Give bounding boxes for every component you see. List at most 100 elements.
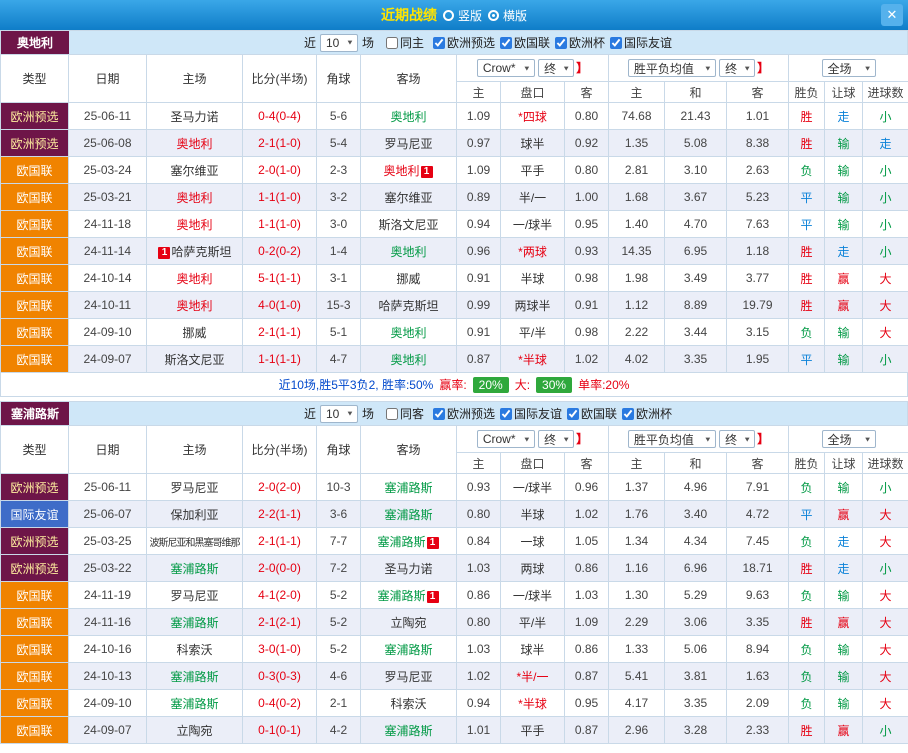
goals-result-cell: 大: [863, 319, 908, 346]
handicap-cell: 一/球半: [501, 211, 565, 238]
handicap-result-cell: 输: [825, 157, 863, 184]
avg-draw-cell: 3.40: [665, 501, 727, 528]
bookmaker-dropdown[interactable]: Crow*: [477, 430, 535, 448]
col-home: 主场: [147, 426, 243, 474]
handicap-result-cell: 走: [825, 528, 863, 555]
away-odds-cell: 0.98: [565, 319, 609, 346]
avg-draw-cell: 3.35: [665, 346, 727, 373]
radio-icon[interactable]: [488, 10, 499, 21]
result-cell: 负: [789, 663, 825, 690]
result-cell: 胜: [789, 717, 825, 744]
home-odds-cell: 0.86: [457, 582, 501, 609]
league-filter[interactable]: 国际友谊: [500, 405, 562, 422]
bookmaker-dropdown[interactable]: Crow*: [477, 59, 535, 77]
league-checkbox[interactable]: [500, 37, 512, 49]
result-cell: 负: [789, 690, 825, 717]
goals-result-cell: 大: [863, 582, 908, 609]
final-avg-dropdown[interactable]: 终: [719, 59, 755, 77]
home-team-cell: 1哈萨克斯坦: [147, 238, 243, 265]
away-team-cell: 罗马尼亚: [361, 130, 457, 157]
league-filter[interactable]: 欧国联: [500, 34, 550, 51]
avg-dropdown[interactable]: 胜平负均值: [628, 430, 716, 448]
radio-horizontal[interactable]: 横版: [488, 7, 527, 24]
avg-home-cell: 1.34: [609, 528, 665, 555]
home-odds-cell: 1.09: [457, 157, 501, 184]
avg-home-cell: 2.29: [609, 609, 665, 636]
same-venue-checkbox[interactable]: [386, 408, 398, 420]
result-cell: 平: [789, 211, 825, 238]
match-rows: 欧洲预选25-06-11圣马力诺0-4(0-4)5-6奥地利1.09*四球0.8…: [1, 103, 908, 373]
avg-home-cell: 4.02: [609, 346, 665, 373]
home-team-cell: 塞尔维亚: [147, 157, 243, 184]
away-odds-cell: 0.80: [565, 157, 609, 184]
home-odds-cell: 0.91: [457, 319, 501, 346]
league-filter[interactable]: 欧国联: [567, 405, 617, 422]
home-odds-cell: 0.93: [457, 474, 501, 501]
radio-vertical-label: 竖版: [458, 7, 482, 24]
final-avg-dropdown[interactable]: 终: [719, 430, 755, 448]
corner-cell: 4-7: [317, 346, 361, 373]
away-team-cell: 塞浦路斯1: [361, 582, 457, 609]
handicap-result-cell: 输: [825, 211, 863, 238]
bracket-mark: 】: [757, 432, 769, 446]
avg-dropdown[interactable]: 胜平负均值: [628, 59, 716, 77]
handicap-cell: *两球: [501, 238, 565, 265]
same-venue-checkbox[interactable]: [386, 37, 398, 49]
away-odds-cell: 0.91: [565, 292, 609, 319]
handicap-result-cell: 输: [825, 184, 863, 211]
fullmatch-dropdown[interactable]: 全场: [822, 430, 876, 448]
result-header-group: 全场: [789, 426, 908, 453]
match-type-cell: 欧国联: [1, 636, 69, 663]
away-odds-cell: 0.93: [565, 238, 609, 265]
radio-vertical[interactable]: 竖版: [443, 7, 482, 24]
team-name: 圣马力诺: [384, 562, 432, 576]
stat-badge: 30%: [536, 377, 572, 393]
handicap-result-cell: 走: [825, 103, 863, 130]
final-odds-dropdown[interactable]: 终: [538, 430, 574, 448]
avg-draw-cell: 3.81: [665, 663, 727, 690]
home-team-cell: 塞浦路斯: [147, 609, 243, 636]
league-label: 欧洲预选: [447, 405, 495, 422]
handicap-result-cell: 走: [825, 238, 863, 265]
close-button[interactable]: ✕: [881, 4, 903, 26]
away-team-cell: 塞浦路斯: [361, 474, 457, 501]
league-filter[interactable]: 欧洲杯: [555, 34, 605, 51]
league-checkbox[interactable]: [433, 37, 445, 49]
home-odds-cell: 0.91: [457, 265, 501, 292]
away-team-cell: 奥地利: [361, 103, 457, 130]
corner-cell: 7-2: [317, 555, 361, 582]
match-type-cell: 欧国联: [1, 717, 69, 744]
result-cell: 负: [789, 319, 825, 346]
team-name: 奥地利: [176, 218, 212, 232]
league-checkbox[interactable]: [433, 408, 445, 420]
radio-icon[interactable]: [443, 10, 454, 21]
league-filter[interactable]: 国际友谊: [610, 34, 672, 51]
score-cell: 2-1(1-0): [243, 130, 317, 157]
score-cell: 1-1(1-1): [243, 346, 317, 373]
goals-result-cell: 大: [863, 501, 908, 528]
result-cell: 负: [789, 474, 825, 501]
league-filter[interactable]: 欧洲杯: [622, 405, 672, 422]
fullmatch-dropdown[interactable]: 全场: [822, 59, 876, 77]
recent-count-select[interactable]: 10: [320, 34, 358, 52]
match-type-cell: 欧国联: [1, 690, 69, 717]
match-type-cell: 欧国联: [1, 157, 69, 184]
avg-away-cell: 2.33: [727, 717, 789, 744]
final-odds-dropdown[interactable]: 终: [538, 59, 574, 77]
handicap-result-cell: 输: [825, 636, 863, 663]
league-checkbox[interactable]: [622, 408, 634, 420]
league-checkbox[interactable]: [567, 408, 579, 420]
away-team-cell: 哈萨克斯坦: [361, 292, 457, 319]
league-filter[interactable]: 欧洲预选: [433, 34, 495, 51]
league-checkbox[interactable]: [555, 37, 567, 49]
league-checkbox[interactable]: [500, 408, 512, 420]
avg-away-cell: 9.63: [727, 582, 789, 609]
match-type-cell: 欧国联: [1, 211, 69, 238]
red-card-badge: 1: [421, 166, 433, 178]
league-filter[interactable]: 欧洲预选: [433, 405, 495, 422]
same-venue-filter[interactable]: 同主: [386, 34, 424, 51]
recent-count-select[interactable]: 10: [320, 405, 358, 423]
same-venue-filter[interactable]: 同客: [386, 405, 424, 422]
league-checkbox[interactable]: [610, 37, 622, 49]
col-avg-home: 主: [609, 82, 665, 103]
